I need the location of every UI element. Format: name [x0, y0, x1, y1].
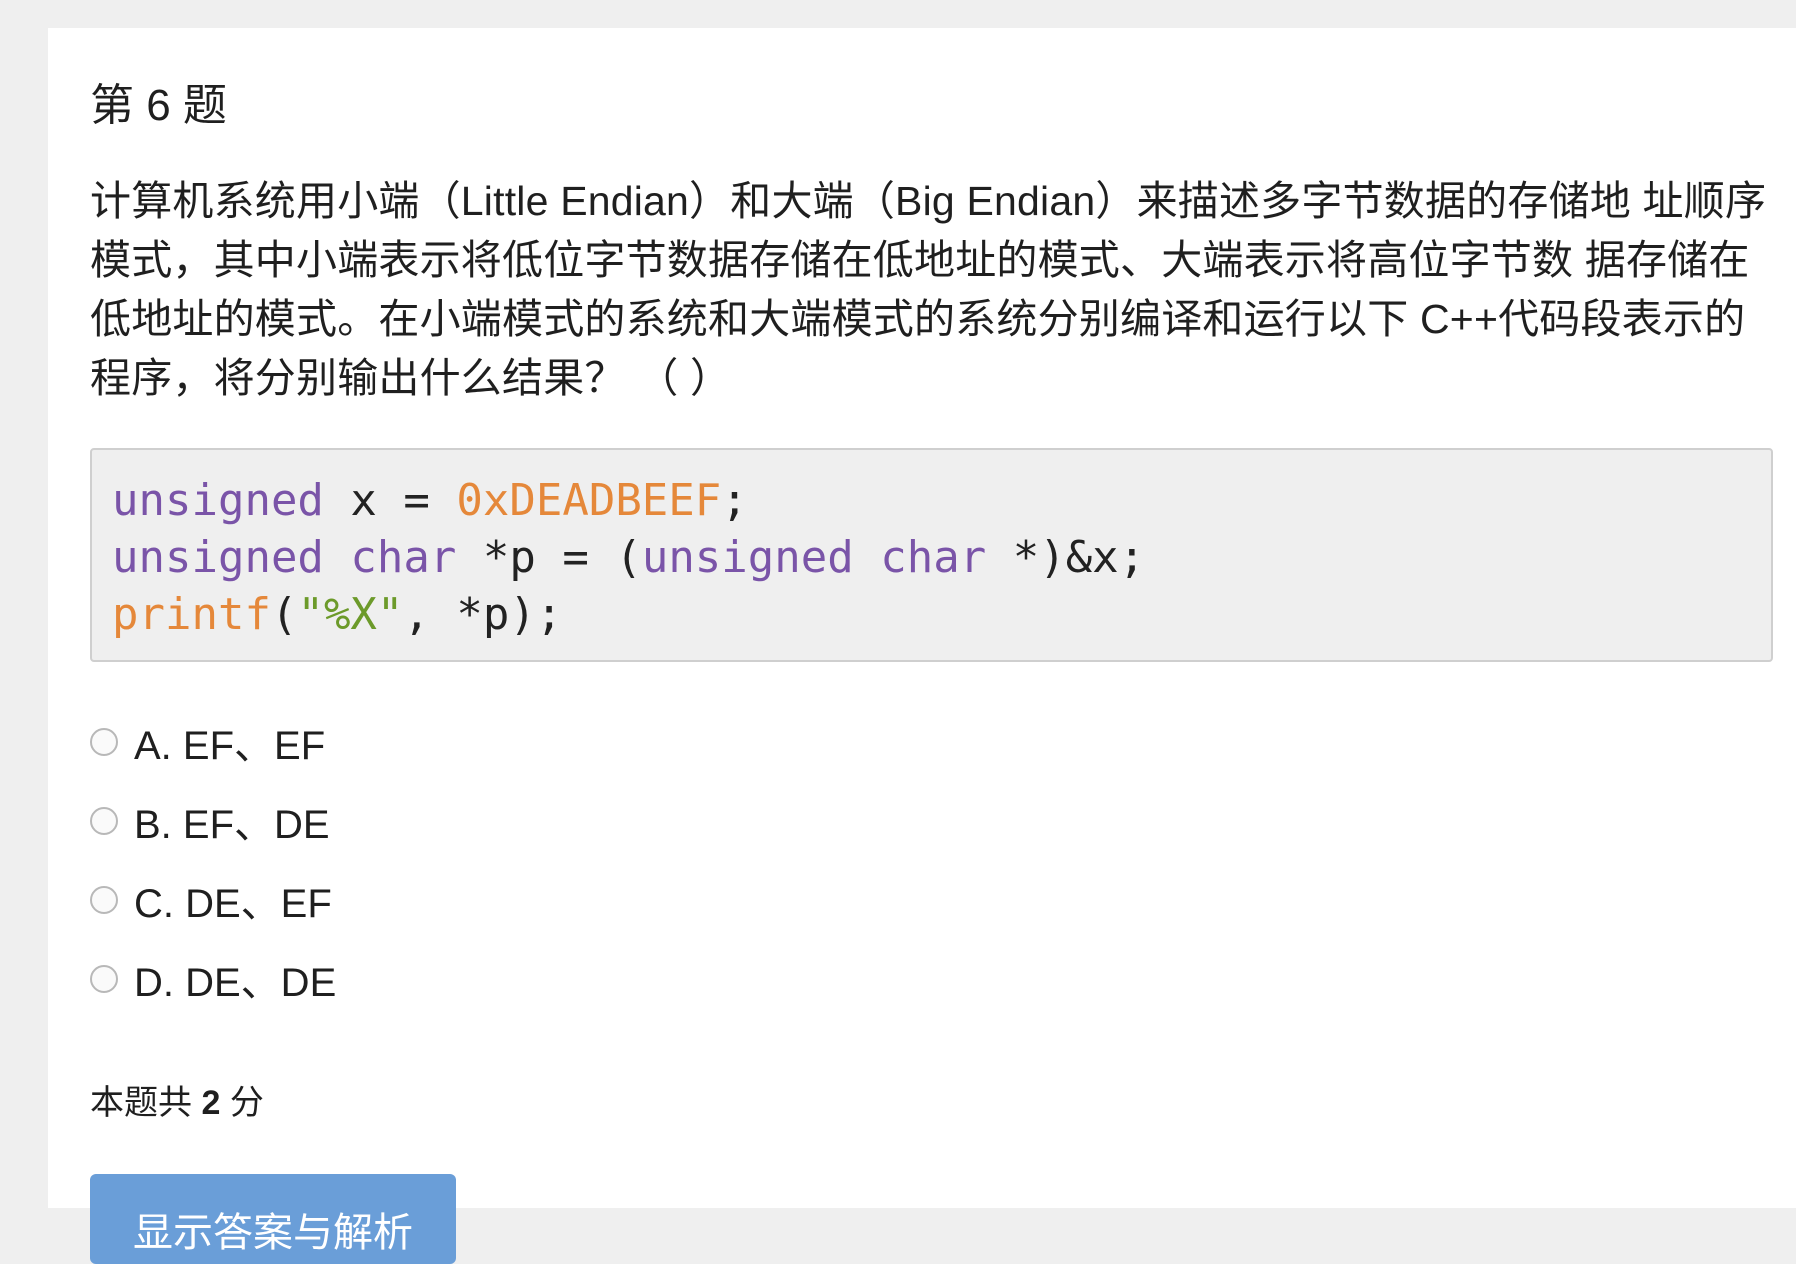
code-line-2: unsigned char *p = (unsigned char *)&x;: [112, 529, 1751, 586]
question-title: 第 6 题: [90, 81, 227, 130]
options-list: A. EF、EF B. EF、DE C. DE、EF D. DE、DE: [90, 706, 336, 1022]
score-value: 2: [201, 1084, 221, 1122]
code-block: unsigned x = 0xDEADBEEF; unsigned char *…: [90, 448, 1773, 662]
radio-button-a[interactable]: [90, 727, 118, 756]
question-text: 计算机系统用小端（Little Endian）和大端（Big Endian）来描…: [90, 178, 1767, 401]
option-label: D. DE、DE: [134, 960, 337, 1005]
radio-button-b[interactable]: [90, 806, 118, 835]
show-answer-button[interactable]: 显示答案与解析: [90, 1174, 456, 1264]
code-line-1: unsigned x = 0xDEADBEEF;: [112, 472, 1751, 529]
code-keyword: unsigned: [112, 475, 324, 526]
code-text: , *p);: [403, 589, 563, 640]
option-c[interactable]: C. DE、EF: [90, 864, 336, 943]
question-card: 第 6 题 计算机系统用小端（Little Endian）和大端（Big End…: [48, 28, 1796, 1264]
code-number: 0xDEADBEEF: [456, 475, 722, 526]
code-string: "%X": [297, 589, 404, 640]
option-label: C. DE、EF: [134, 881, 332, 926]
code-text: *)&x;: [986, 532, 1146, 583]
option-a[interactable]: A. EF、EF: [90, 706, 336, 785]
code-keyword: char: [350, 532, 457, 583]
score-suffix: 分: [229, 1084, 264, 1122]
option-d[interactable]: D. DE、DE: [90, 943, 336, 1022]
code-line-3: printf("%X", *p);: [112, 586, 1751, 643]
option-b[interactable]: B. EF、DE: [90, 785, 336, 864]
code-text: ;: [721, 475, 748, 526]
radio-button-c[interactable]: [90, 885, 118, 914]
code-function: printf: [112, 589, 271, 640]
code-text: x =: [323, 475, 457, 526]
score-info: 本题共 2 分: [90, 1078, 264, 1128]
code-keyword: unsigned: [641, 532, 854, 583]
option-label: A. EF、EF: [134, 723, 326, 768]
code-text: (: [270, 589, 298, 640]
code-text: *p = (: [456, 532, 642, 583]
radio-button-d[interactable]: [90, 964, 118, 993]
code-keyword: unsigned: [112, 532, 324, 583]
score-prefix: 本题共: [90, 1084, 192, 1122]
code-keyword: char: [880, 532, 987, 583]
option-label: B. EF、DE: [134, 802, 330, 847]
